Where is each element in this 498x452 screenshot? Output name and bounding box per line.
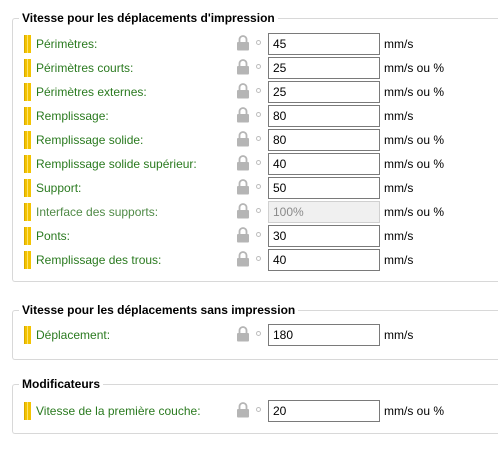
unit-label: mm/s: [384, 328, 414, 342]
setting-label: Périmètres courts:: [36, 61, 134, 75]
unit-label: mm/s ou %: [384, 133, 445, 147]
unit-label: mm/s: [384, 253, 414, 267]
setting-label: Périmètres:: [36, 37, 98, 51]
lock-icon[interactable]: [236, 107, 250, 123]
mode-indicator-icon: [24, 326, 31, 344]
speed-input[interactable]: [268, 105, 380, 127]
reset-dot-icon[interactable]: [256, 64, 261, 69]
setting-row-external-perimeters: Périmètres externes: mm/s ou %: [13, 80, 498, 103]
setting-row-travel: Déplacement: mm/s: [13, 323, 498, 346]
lock-icon[interactable]: [236, 131, 250, 147]
mode-indicator-icon: [24, 155, 31, 173]
mode-indicator-icon: [24, 402, 31, 420]
lock-icon[interactable]: [236, 83, 250, 99]
setting-label: Interface des supports:: [36, 205, 159, 219]
unit-label: mm/s ou %: [384, 157, 445, 171]
setting-row-small-perimeters: Périmètres courts: mm/s ou %: [13, 56, 498, 79]
speed-input[interactable]: [268, 81, 380, 103]
setting-label: Déplacement:: [36, 328, 111, 342]
unit-label: mm/s ou %: [384, 205, 445, 219]
setting-label: Vitesse de la première couche:: [36, 404, 201, 418]
lock-icon[interactable]: [236, 203, 250, 219]
setting-row-infill: Remplissage: mm/s: [13, 104, 498, 127]
setting-label: Ponts:: [36, 229, 71, 243]
group-travel-moves: Vitesse pour les déplacements sans impre…: [12, 303, 498, 360]
reset-dot-icon[interactable]: [256, 208, 261, 213]
mode-indicator-icon: [24, 83, 31, 101]
lock-icon[interactable]: [236, 35, 250, 51]
unit-label: mm/s: [384, 229, 414, 243]
speed-input[interactable]: [268, 57, 380, 79]
reset-dot-icon[interactable]: [256, 331, 261, 336]
group-title: Modificateurs: [19, 377, 104, 391]
setting-row-perimeters: Périmètres: mm/s: [13, 32, 498, 55]
speed-input[interactable]: [268, 249, 380, 271]
reset-dot-icon[interactable]: [256, 160, 261, 165]
lock-icon[interactable]: [236, 402, 250, 418]
reset-dot-icon[interactable]: [256, 40, 261, 45]
setting-row-support: Support: mm/s: [13, 176, 498, 199]
speed-input[interactable]: [268, 129, 380, 151]
speed-input[interactable]: [268, 225, 380, 247]
setting-label: Support:: [36, 181, 82, 195]
setting-label: Remplissage solide:: [36, 133, 144, 147]
mode-indicator-icon: [24, 131, 31, 149]
lock-icon[interactable]: [236, 227, 250, 243]
reset-dot-icon[interactable]: [256, 184, 261, 189]
setting-row-gap-fill: Remplissage des trous: mm/s: [13, 248, 498, 271]
mode-indicator-icon: [24, 251, 31, 269]
lock-icon[interactable]: [236, 326, 250, 342]
lock-icon[interactable]: [236, 59, 250, 75]
reset-dot-icon[interactable]: [256, 232, 261, 237]
lock-icon[interactable]: [236, 155, 250, 171]
setting-label: Remplissage:: [36, 109, 109, 123]
group-title: Vitesse pour les déplacements d'impressi…: [19, 11, 278, 25]
mode-indicator-icon: [24, 59, 31, 77]
setting-row-support-interface: Interface des supports: mm/s ou %: [13, 200, 498, 223]
unit-label: mm/s: [384, 37, 414, 51]
setting-row-top-solid-infill: Remplissage solide supérieur: mm/s ou %: [13, 152, 498, 175]
speed-input[interactable]: [268, 33, 380, 55]
speed-input[interactable]: [268, 201, 380, 223]
group-title: Vitesse pour les déplacements sans impre…: [19, 303, 299, 317]
reset-dot-icon[interactable]: [256, 136, 261, 141]
lock-icon[interactable]: [236, 251, 250, 267]
unit-label: mm/s ou %: [384, 404, 445, 418]
setting-row-bridges: Ponts: mm/s: [13, 224, 498, 247]
unit-label: mm/s: [384, 181, 414, 195]
mode-indicator-icon: [24, 203, 31, 221]
speed-input[interactable]: [268, 400, 380, 422]
speed-input[interactable]: [268, 177, 380, 199]
setting-label: Remplissage des trous:: [36, 253, 162, 267]
speed-input[interactable]: [268, 153, 380, 175]
mode-indicator-icon: [24, 227, 31, 245]
mode-indicator-icon: [24, 107, 31, 125]
reset-dot-icon[interactable]: [256, 88, 261, 93]
reset-dot-icon[interactable]: [256, 407, 261, 412]
reset-dot-icon[interactable]: [256, 112, 261, 117]
unit-label: mm/s ou %: [384, 85, 445, 99]
group-print-moves: Vitesse pour les déplacements d'impressi…: [12, 11, 498, 282]
unit-label: mm/s ou %: [384, 61, 445, 75]
setting-label: Remplissage solide supérieur:: [36, 157, 197, 171]
setting-label: Périmètres externes:: [36, 85, 147, 99]
mode-indicator-icon: [24, 35, 31, 53]
lock-icon[interactable]: [236, 179, 250, 195]
unit-label: mm/s: [384, 109, 414, 123]
mode-indicator-icon: [24, 179, 31, 197]
setting-row-first-layer-speed: Vitesse de la première couche: mm/s ou %: [13, 399, 498, 422]
group-modifiers: Modificateurs Vitesse de la première cou…: [12, 377, 498, 434]
speed-input[interactable]: [268, 324, 380, 346]
reset-dot-icon[interactable]: [256, 256, 261, 261]
setting-row-solid-infill: Remplissage solide: mm/s ou %: [13, 128, 498, 151]
